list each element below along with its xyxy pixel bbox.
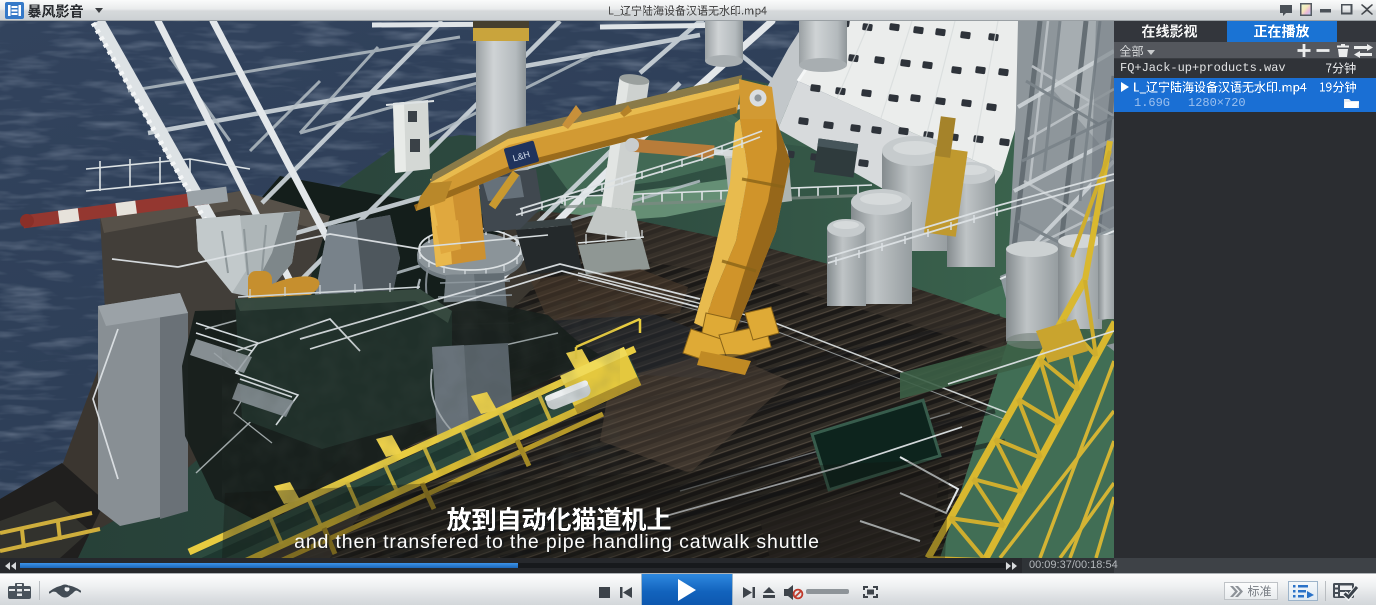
svg-text:and then transfered to the pip: and then transfered to the pipe handling… xyxy=(294,531,820,553)
